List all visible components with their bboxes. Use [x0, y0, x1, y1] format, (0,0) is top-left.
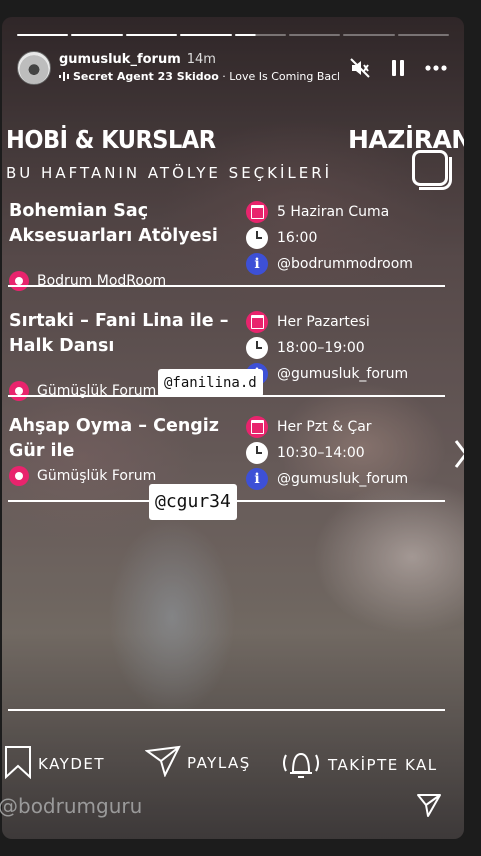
story-header: gumusluk_forum 14m Secret Agent 23 Skidoo… [17, 51, 451, 87]
story-progress-bar [17, 34, 449, 36]
location-label: Gümüşlük Forum [37, 468, 157, 484]
music-artist: Secret Agent 23 Skidoo [73, 70, 219, 83]
clock-icon [246, 227, 268, 249]
progress-segment [343, 34, 395, 36]
event-contact: @bodrummodroom [277, 256, 413, 272]
follow-label: TAKİPTE KAL [328, 756, 438, 774]
mention-tag[interactable]: @cgur34 [149, 484, 237, 520]
music-bars-icon [59, 71, 69, 81]
mention-tag[interactable]: @fanilina.d [158, 369, 263, 397]
music-separator: · [222, 70, 226, 83]
bookmark-icon [4, 745, 32, 783]
post-time: 14m [186, 52, 216, 67]
event-contact: @gumusluk_forum [277, 471, 409, 487]
event-title-line: Ahşap Oyma – Cengiz [9, 416, 219, 436]
event-contact: @gumusluk_forum [277, 366, 409, 382]
story-title: HOBİ & KURSLAR [6, 125, 216, 154]
info-icon: i [246, 253, 268, 275]
story-frame[interactable]: gumusluk_forum 14m Secret Agent 23 Skidoo… [2, 17, 464, 839]
avatar[interactable] [17, 51, 51, 85]
calendar-icon [246, 416, 268, 438]
mute-icon[interactable] [349, 57, 371, 79]
event-location: Gümüşlük Forum [9, 466, 156, 486]
progress-segment [180, 34, 232, 36]
event-date: Her Pzt & Çar [277, 419, 372, 435]
pause-icon[interactable] [387, 57, 409, 79]
event-details: Her Pazartesi 18:00–19:00 i@gumusluk_for… [246, 309, 446, 387]
send-icon[interactable] [416, 792, 442, 818]
event-title-line: Aksesuarları Atölyesi [9, 226, 218, 246]
progress-segment [71, 34, 123, 36]
follow-button[interactable]: TAKİPTE KAL [280, 745, 438, 785]
bell-icon [280, 745, 322, 785]
location-pin-icon [9, 271, 29, 291]
event-details: 5 Haziran Cuma 16:00 i @bodrummodroom [246, 199, 446, 277]
share-button[interactable]: PAYLAŞ [144, 745, 251, 781]
progress-segment [125, 34, 178, 36]
paper-plane-icon [144, 745, 181, 781]
save-label: KAYDET [38, 755, 106, 773]
calendar-icon [246, 201, 268, 223]
music-song: Love Is Coming Back | [229, 70, 339, 83]
event-location: Gümüşlük Forum [9, 381, 156, 401]
next-story-icon[interactable] [454, 439, 464, 473]
clock-icon [246, 442, 268, 464]
event-title-line: Halk Dansı [9, 336, 115, 356]
event-location: Bodrum ModRoom [9, 271, 166, 291]
music-info[interactable]: Secret Agent 23 Skidoo · Love Is Coming … [59, 70, 339, 83]
calendar-icon [246, 311, 268, 333]
event-title: Ahşap Oyma – Cengiz Gür ile [9, 414, 234, 464]
share-label: PAYLAŞ [187, 754, 251, 772]
story-action-bar: KAYDET PAYLAŞ TAKİPTE KAL [4, 745, 464, 785]
event-date: Her Pazartesi [277, 314, 370, 330]
event-title-line: Gür ile [9, 441, 75, 461]
location-pin-icon [9, 381, 29, 401]
divider [8, 285, 445, 287]
sticker-frame-icon [412, 150, 452, 190]
save-button[interactable]: KAYDET [4, 745, 105, 783]
reply-input[interactable]: @bodrumguru [0, 794, 142, 818]
progress-segment-current [234, 34, 286, 36]
event-details: Her Pzt & Çar 10:30–14:00 i @gumusluk_for… [246, 414, 446, 492]
event-time: 16:00 [277, 230, 318, 246]
event-date: 5 Haziran Cuma [277, 204, 390, 220]
location-pin-icon [9, 466, 29, 486]
progress-segment [397, 34, 449, 36]
event-title-line: Sırtaki – Fani Lina ile – [9, 311, 229, 331]
date-range-title: HAZİRAN 1-7 [348, 125, 464, 154]
info-icon: i [246, 468, 268, 490]
event-title: Sırtaki – Fani Lina ile – Halk Dansı [9, 309, 234, 359]
event-item: Bohemian Saç Aksesuarları Atölyesi Bodru… [6, 199, 446, 299]
event-time: 10:30–14:00 [277, 445, 365, 461]
story-subtitle: BU HAFTANIN ATÖLYE SEÇKİLERİ [6, 164, 333, 182]
progress-segment [17, 34, 69, 36]
event-title-line: Bohemian Saç [9, 201, 149, 221]
divider [8, 709, 445, 711]
username-row[interactable]: gumusluk_forum 14m [59, 52, 216, 67]
username[interactable]: gumusluk_forum [59, 52, 181, 67]
more-options-icon[interactable] [425, 57, 447, 79]
event-title: Bohemian Saç Aksesuarları Atölyesi [9, 199, 234, 249]
event-time: 18:00–19:00 [277, 340, 365, 356]
progress-segment [288, 34, 341, 36]
clock-icon [246, 337, 268, 359]
